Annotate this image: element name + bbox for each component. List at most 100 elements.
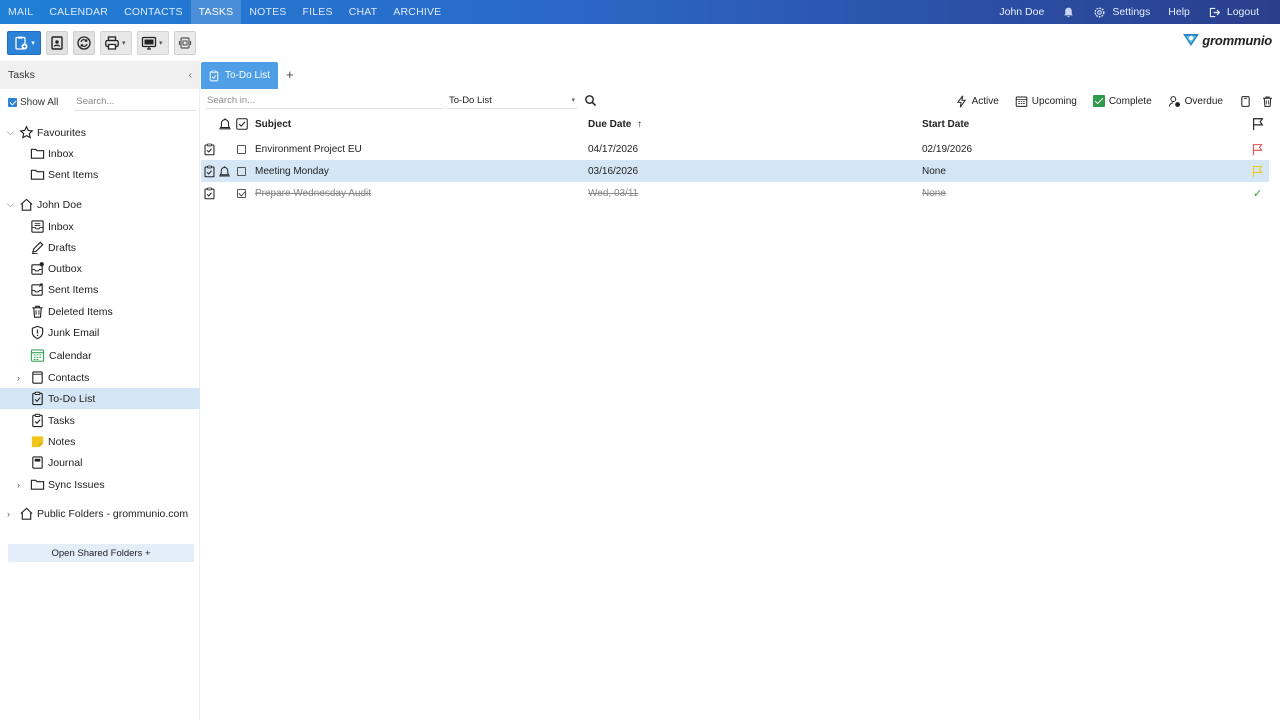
show-all-checkbox[interactable] <box>8 97 17 107</box>
chevron-right-icon[interactable]: › <box>7 509 10 519</box>
chevron-down-icon: ▾ <box>571 97 575 104</box>
filter-active[interactable]: Active <box>955 95 999 108</box>
sidebar-item-favourites[interactable]: ⌵ Favourites <box>0 122 200 143</box>
contacts-icon <box>30 370 45 385</box>
sidebar-item-journal[interactable]: Journal <box>0 452 200 473</box>
user-name[interactable]: John Doe <box>990 6 1053 18</box>
sidebar-item-sent-items[interactable]: Sent Items <box>0 279 200 300</box>
gear-icon <box>1094 7 1105 17</box>
nav-contacts[interactable]: CONTACTS <box>116 0 191 24</box>
chevron-down-icon[interactable]: ▾ <box>159 39 163 47</box>
sidebar-item-sync-issues[interactable]: › Sync Issues <box>0 474 200 495</box>
sidebar-item-inbox[interactable]: Inbox <box>0 216 200 237</box>
sidebar-item-fav-sent-items[interactable]: Sent Items <box>0 164 200 185</box>
inbox-icon <box>30 219 45 234</box>
filter-complete[interactable]: Complete <box>1092 95 1152 107</box>
popout-button[interactable] <box>174 30 196 55</box>
sidebar-item-public-folders[interactable]: › Public Folders - grommunio.com <box>0 503 200 524</box>
address-book-icon <box>51 35 63 50</box>
tab-bar: To-Do List + <box>201 61 1280 89</box>
sidebar-item-fav-inbox[interactable]: Inbox <box>0 143 200 164</box>
folder-icon <box>30 477 45 492</box>
sidebar-item-label: Tasks <box>48 414 75 427</box>
logout-button[interactable]: Logout <box>1199 6 1268 19</box>
due-date-column-header[interactable]: Due Date ↑ <box>588 119 642 130</box>
chevron-down-icon[interactable]: ▾ <box>31 39 35 47</box>
tab-to-do-list[interactable]: To-Do List <box>201 62 279 89</box>
folder-sidebar: Tasks ‹ Show All ⌵ Favourites Inbox Sent… <box>0 61 200 720</box>
folder-search-input[interactable] <box>74 93 197 111</box>
collapse-sidebar-icon[interactable]: ‹ <box>189 70 192 81</box>
sidebar-item-to-do-list[interactable]: To-Do List <box>0 388 200 409</box>
sidebar-item-outbox[interactable]: Outbox <box>0 258 200 279</box>
nav-mail[interactable]: MAIL <box>0 0 41 24</box>
table-row[interactable]: Meeting Monday 03/16/2026 None <box>201 160 1269 182</box>
sidebar-item-label: To-Do List <box>48 392 96 405</box>
chevron-right-icon[interactable]: › <box>17 480 20 490</box>
table-row[interactable]: Prepare Wednesday Audit Wed, 03/11 None … <box>201 182 1269 204</box>
task-due-date: Wed, 03/11 <box>588 187 639 199</box>
filter-upcoming[interactable]: Upcoming <box>1015 95 1077 108</box>
red-flag-icon[interactable] <box>1251 138 1264 160</box>
sidebar-item-label: Outbox <box>48 262 82 275</box>
app-nav: MAIL CALENDAR CONTACTS TASKS NOTES FILES… <box>0 0 449 24</box>
sidebar-item-calendar[interactable]: Calendar <box>0 345 200 366</box>
task-subject: Environment Project EU <box>255 143 362 155</box>
chevron-right-icon[interactable]: › <box>17 373 20 383</box>
print-button[interactable]: ▾ <box>100 30 132 55</box>
folder-select[interactable]: To-Do List ▾ <box>447 92 577 109</box>
task-grid-header: Subject Due Date ↑ Start Date <box>201 113 1269 136</box>
copy-button[interactable] <box>1239 95 1252 108</box>
notifications-button[interactable] <box>1053 6 1084 19</box>
new-task-button[interactable]: ▾ <box>7 30 41 55</box>
importance-column-icon[interactable] <box>218 117 232 134</box>
nav-notes[interactable]: NOTES <box>241 0 294 24</box>
sidebar-item-account[interactable]: ⌵ John Doe <box>0 194 200 215</box>
clipboard-check-icon <box>30 413 45 428</box>
yellow-flag-icon[interactable] <box>1251 160 1264 182</box>
filter-overdue[interactable]: Overdue <box>1168 95 1223 108</box>
address-book-button[interactable] <box>46 30 68 55</box>
add-tab-button[interactable]: + <box>286 67 294 82</box>
sidebar-item-tasks[interactable]: Tasks <box>0 410 200 431</box>
sidebar-item-deleted-items[interactable]: Deleted Items <box>0 301 200 322</box>
complete-column-icon[interactable] <box>235 117 249 134</box>
start-date-column-header[interactable]: Start Date <box>922 119 969 130</box>
sidebar-item-junk-email[interactable]: Junk Email <box>0 322 200 343</box>
shield-icon <box>30 325 45 340</box>
sidebar-item-label: Public Folders - grommunio.com <box>37 507 189 520</box>
view-mode-button[interactable]: ▾ <box>137 30 169 55</box>
nav-files[interactable]: FILES <box>295 0 341 24</box>
lightning-icon <box>956 95 966 107</box>
flag-column-icon[interactable] <box>1251 117 1265 134</box>
delete-button[interactable] <box>1261 95 1274 108</box>
chevron-down-icon[interactable]: ⌵ <box>7 199 14 210</box>
refresh-button[interactable] <box>73 30 95 55</box>
sidebar-item-label: Calendar <box>49 349 92 362</box>
complete-checkbox[interactable] <box>237 138 246 160</box>
nav-archive[interactable]: ARCHIVE <box>385 0 449 24</box>
subject-column-header[interactable]: Subject <box>255 119 291 130</box>
chevron-down-icon[interactable]: ▾ <box>122 39 126 47</box>
logo-icon <box>1183 34 1200 46</box>
help-link[interactable]: Help <box>1159 6 1199 18</box>
logo-text: grommunio <box>1202 32 1272 48</box>
search-icon[interactable] <box>584 94 597 107</box>
complete-checkbox[interactable] <box>237 160 246 182</box>
open-shared-folders-button[interactable]: Open Shared Folders + <box>8 544 194 562</box>
search-in-input[interactable] <box>205 92 443 109</box>
complete-checkbox[interactable] <box>237 182 246 204</box>
person-clock-icon <box>1168 95 1180 107</box>
sidebar-item-contacts[interactable]: › Contacts <box>0 367 200 388</box>
table-row[interactable]: Environment Project EU 04/17/2026 02/19/… <box>201 138 1269 160</box>
sidebar-item-drafts[interactable]: Drafts <box>0 237 200 258</box>
filter-label: Active <box>971 95 999 107</box>
refresh-icon <box>77 35 91 50</box>
copy-icon <box>1241 95 1250 107</box>
nav-chat[interactable]: CHAT <box>341 0 386 24</box>
settings-button[interactable]: Settings <box>1084 6 1159 19</box>
nav-calendar[interactable]: CALENDAR <box>41 0 116 24</box>
chevron-down-icon[interactable]: ⌵ <box>7 127 14 138</box>
nav-tasks[interactable]: TASKS <box>190 0 242 24</box>
sidebar-item-notes[interactable]: Notes <box>0 431 200 452</box>
